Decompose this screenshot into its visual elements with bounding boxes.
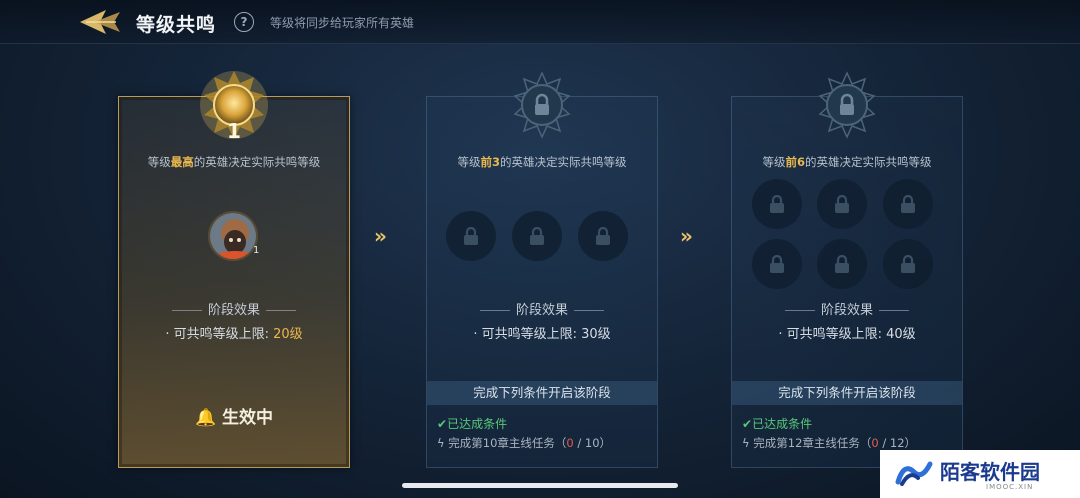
effect-section-title: 阶段效果 (732, 299, 962, 318)
top-bar: 等级共鸣 ? 等级将同步给玩家所有英雄 (0, 0, 1080, 44)
lock-icon (530, 227, 544, 245)
stage-card-3[interactable]: 等级前6的英雄决定实际共鸣等级 阶段效果 · 可共鸣等级上限: 40级 完成下列… (731, 71, 963, 468)
lightning-icon: ϟ (742, 436, 754, 450)
stage-description: 等级前3的英雄决定实际共鸣等级 (457, 155, 627, 169)
lock-icon (464, 227, 478, 245)
page-subtitle: 等级将同步给玩家所有英雄 (270, 16, 415, 30)
home-indicator[interactable] (402, 483, 678, 488)
stage-card-2[interactable]: 等级前3的英雄决定实际共鸣等级 阶段效果 · 可共鸣等级上限: 30级 完成下列… (426, 71, 658, 468)
locked-badge-icon (513, 71, 571, 139)
lock-icon (835, 195, 849, 213)
lightning-icon: ϟ (437, 436, 449, 450)
condition-met: ✔已达成条件 (742, 417, 813, 431)
back-arrow-icon[interactable] (76, 6, 126, 38)
watermark-text: 陌客软件园 (940, 460, 1040, 484)
next-stage-arrow-icon: » (374, 224, 387, 248)
locked-hero-slot (883, 239, 933, 289)
locked-badge-icon (818, 71, 876, 139)
effect-text: · 可共鸣等级上限: 40级 (778, 327, 916, 342)
condition-task: ϟ 完成第10章主线任务（0 / 10） (437, 436, 612, 450)
page-title: 等级共鸣 (136, 14, 217, 36)
locked-hero-slot (752, 239, 802, 289)
stage-description: 等级前6的英雄决定实际共鸣等级 (762, 155, 932, 169)
locked-hero-slot (512, 211, 562, 261)
rank-number: 1 (227, 119, 241, 143)
locked-hero-slot (817, 179, 867, 229)
check-icon: ✔ (742, 417, 753, 431)
help-icon[interactable]: ? (234, 12, 254, 32)
stage-card-1[interactable]: 1 等级最高的英雄决定实际共鸣等级 1 阶段效果 · 可共鸣等级上限: 20级 … (118, 71, 350, 468)
locked-hero-slot (578, 211, 628, 261)
hero-level: 1 (253, 245, 260, 256)
condition-task: ϟ 完成第12章主线任务（0 / 12） (742, 436, 917, 450)
bell-icon: 🔔 (194, 408, 217, 428)
watermark: 陌客软件园 IMOOC.XIN (880, 450, 1080, 498)
stage-description: 等级最高的英雄决定实际共鸣等级 (147, 155, 321, 169)
condition-header: 完成下列条件开启该阶段 (427, 381, 657, 405)
condition-met: ✔已达成条件 (437, 417, 508, 431)
watermark-subtext: IMOOC.XIN (986, 483, 1034, 491)
lock-icon (770, 195, 784, 213)
status-active: 🔔 生效中 (194, 408, 274, 428)
lock-icon (835, 255, 849, 273)
lock-icon (901, 195, 915, 213)
lock-icon (901, 255, 915, 273)
watermark-logo-icon (895, 461, 933, 486)
lock-icon (596, 227, 610, 245)
locked-hero-slot (752, 179, 802, 229)
locked-hero-slot (883, 179, 933, 229)
locked-hero-slot (446, 211, 496, 261)
effect-text: · 可共鸣等级上限: 30级 (473, 327, 611, 342)
locked-hero-slot (817, 239, 867, 289)
lock-icon (770, 255, 784, 273)
effect-section-title: 阶段效果 (119, 299, 349, 318)
next-stage-arrow-icon: » (680, 224, 693, 248)
check-icon: ✔ (437, 417, 448, 431)
hero-portrait-icon (210, 213, 256, 259)
condition-header: 完成下列条件开启该阶段 (732, 381, 962, 405)
effect-text: · 可共鸣等级上限: 20级 (165, 327, 303, 342)
hero-avatar[interactable] (208, 211, 258, 261)
effect-section-title: 阶段效果 (427, 299, 657, 318)
